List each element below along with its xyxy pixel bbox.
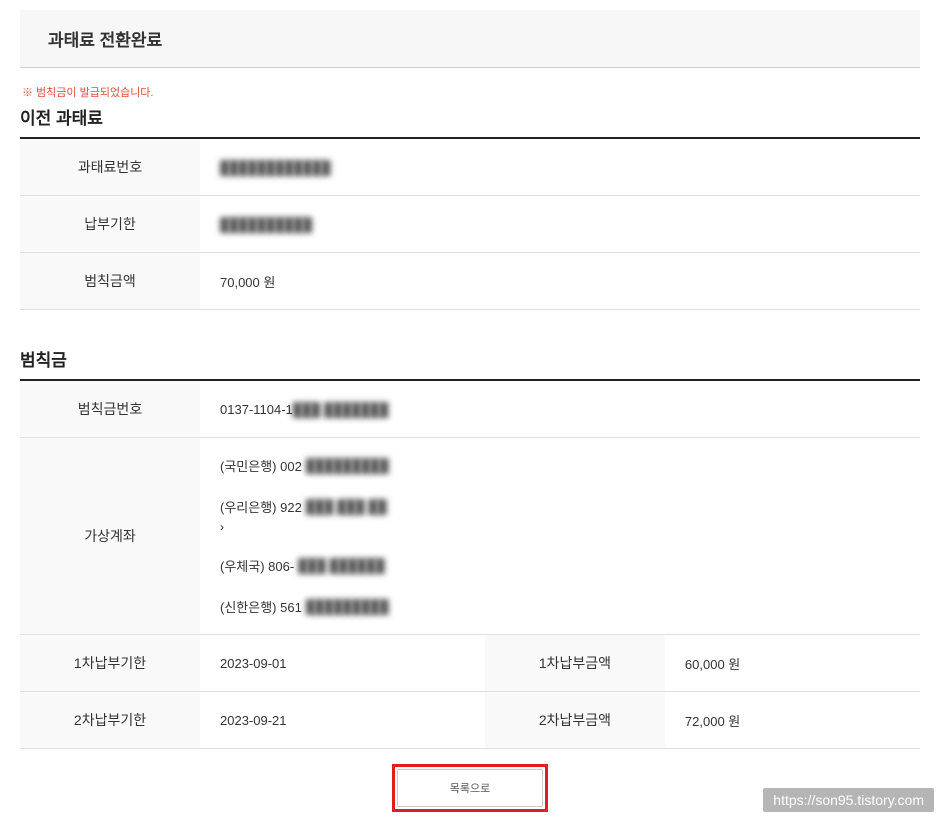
value-second-amount: 72,000 원: [665, 692, 920, 749]
label-second-due: 2차납부기한: [20, 692, 200, 749]
account-shinhan: (신한은행) 561█████████: [220, 597, 900, 616]
row-penalty-number: 범칙금번호 0137-1104-1███ ███████: [20, 380, 920, 438]
penalty-table: 범칙금번호 0137-1104-1███ ███████ 가상계좌 (국민은행)…: [20, 379, 920, 749]
label-virtual-account: 가상계좌: [20, 438, 200, 635]
row-first-payment: 1차납부기한 2023-09-01 1차납부금액 60,000 원: [20, 635, 920, 692]
chevron-right-icon: ›: [220, 520, 900, 534]
row-second-payment: 2차납부기한 2023-09-21 2차납부금액 72,000 원: [20, 692, 920, 749]
value-fine-number: ████████████: [200, 138, 920, 196]
account-post: (우체국) 806-███ ██████: [220, 556, 900, 575]
label-second-amount: 2차납부금액: [485, 692, 665, 749]
row-due-date: 납부기한 ██████████: [20, 196, 920, 253]
account-kb: (국민은행) 002█████████: [220, 456, 900, 475]
label-penalty-number: 범칙금번호: [20, 380, 200, 438]
value-first-amount: 60,000 원: [665, 635, 920, 692]
label-fine-number: 과태료번호: [20, 138, 200, 196]
value-virtual-account: (국민은행) 002█████████ (우리은행) 922███ ███ ██…: [200, 438, 920, 635]
row-virtual-account: 가상계좌 (국민은행) 002█████████ (우리은행) 922███ █…: [20, 438, 920, 635]
label-first-amount: 1차납부금액: [485, 635, 665, 692]
section-title-penalty: 범칙금: [20, 346, 920, 371]
page-title: 과태료 전환완료: [48, 26, 892, 51]
value-due-date: ██████████: [200, 196, 920, 253]
value-first-due: 2023-09-01: [200, 635, 485, 692]
label-due-date: 납부기한: [20, 196, 200, 253]
account-woori: (우리은행) 922███ ███ ██: [220, 497, 900, 516]
section-title-prev: 이전 과태료: [20, 104, 920, 129]
value-penalty-number: 0137-1104-1███ ███████: [200, 380, 920, 438]
row-fine-number: 과태료번호 ████████████: [20, 138, 920, 196]
button-row: 목록으로: [20, 769, 920, 807]
label-amount: 범칙금액: [20, 253, 200, 310]
label-first-due: 1차납부기한: [20, 635, 200, 692]
value-second-due: 2023-09-21: [200, 692, 485, 749]
prev-fine-table: 과태료번호 ████████████ 납부기한 ██████████ 범칙금액 …: [20, 137, 920, 310]
alert-message: ※ 범칙금이 발급되었습니다.: [22, 84, 920, 100]
list-button[interactable]: 목록으로: [397, 769, 543, 807]
row-amount: 범칙금액 70,000 원: [20, 253, 920, 310]
value-amount: 70,000 원: [200, 253, 920, 310]
page-header: 과태료 전환완료: [20, 10, 920, 68]
